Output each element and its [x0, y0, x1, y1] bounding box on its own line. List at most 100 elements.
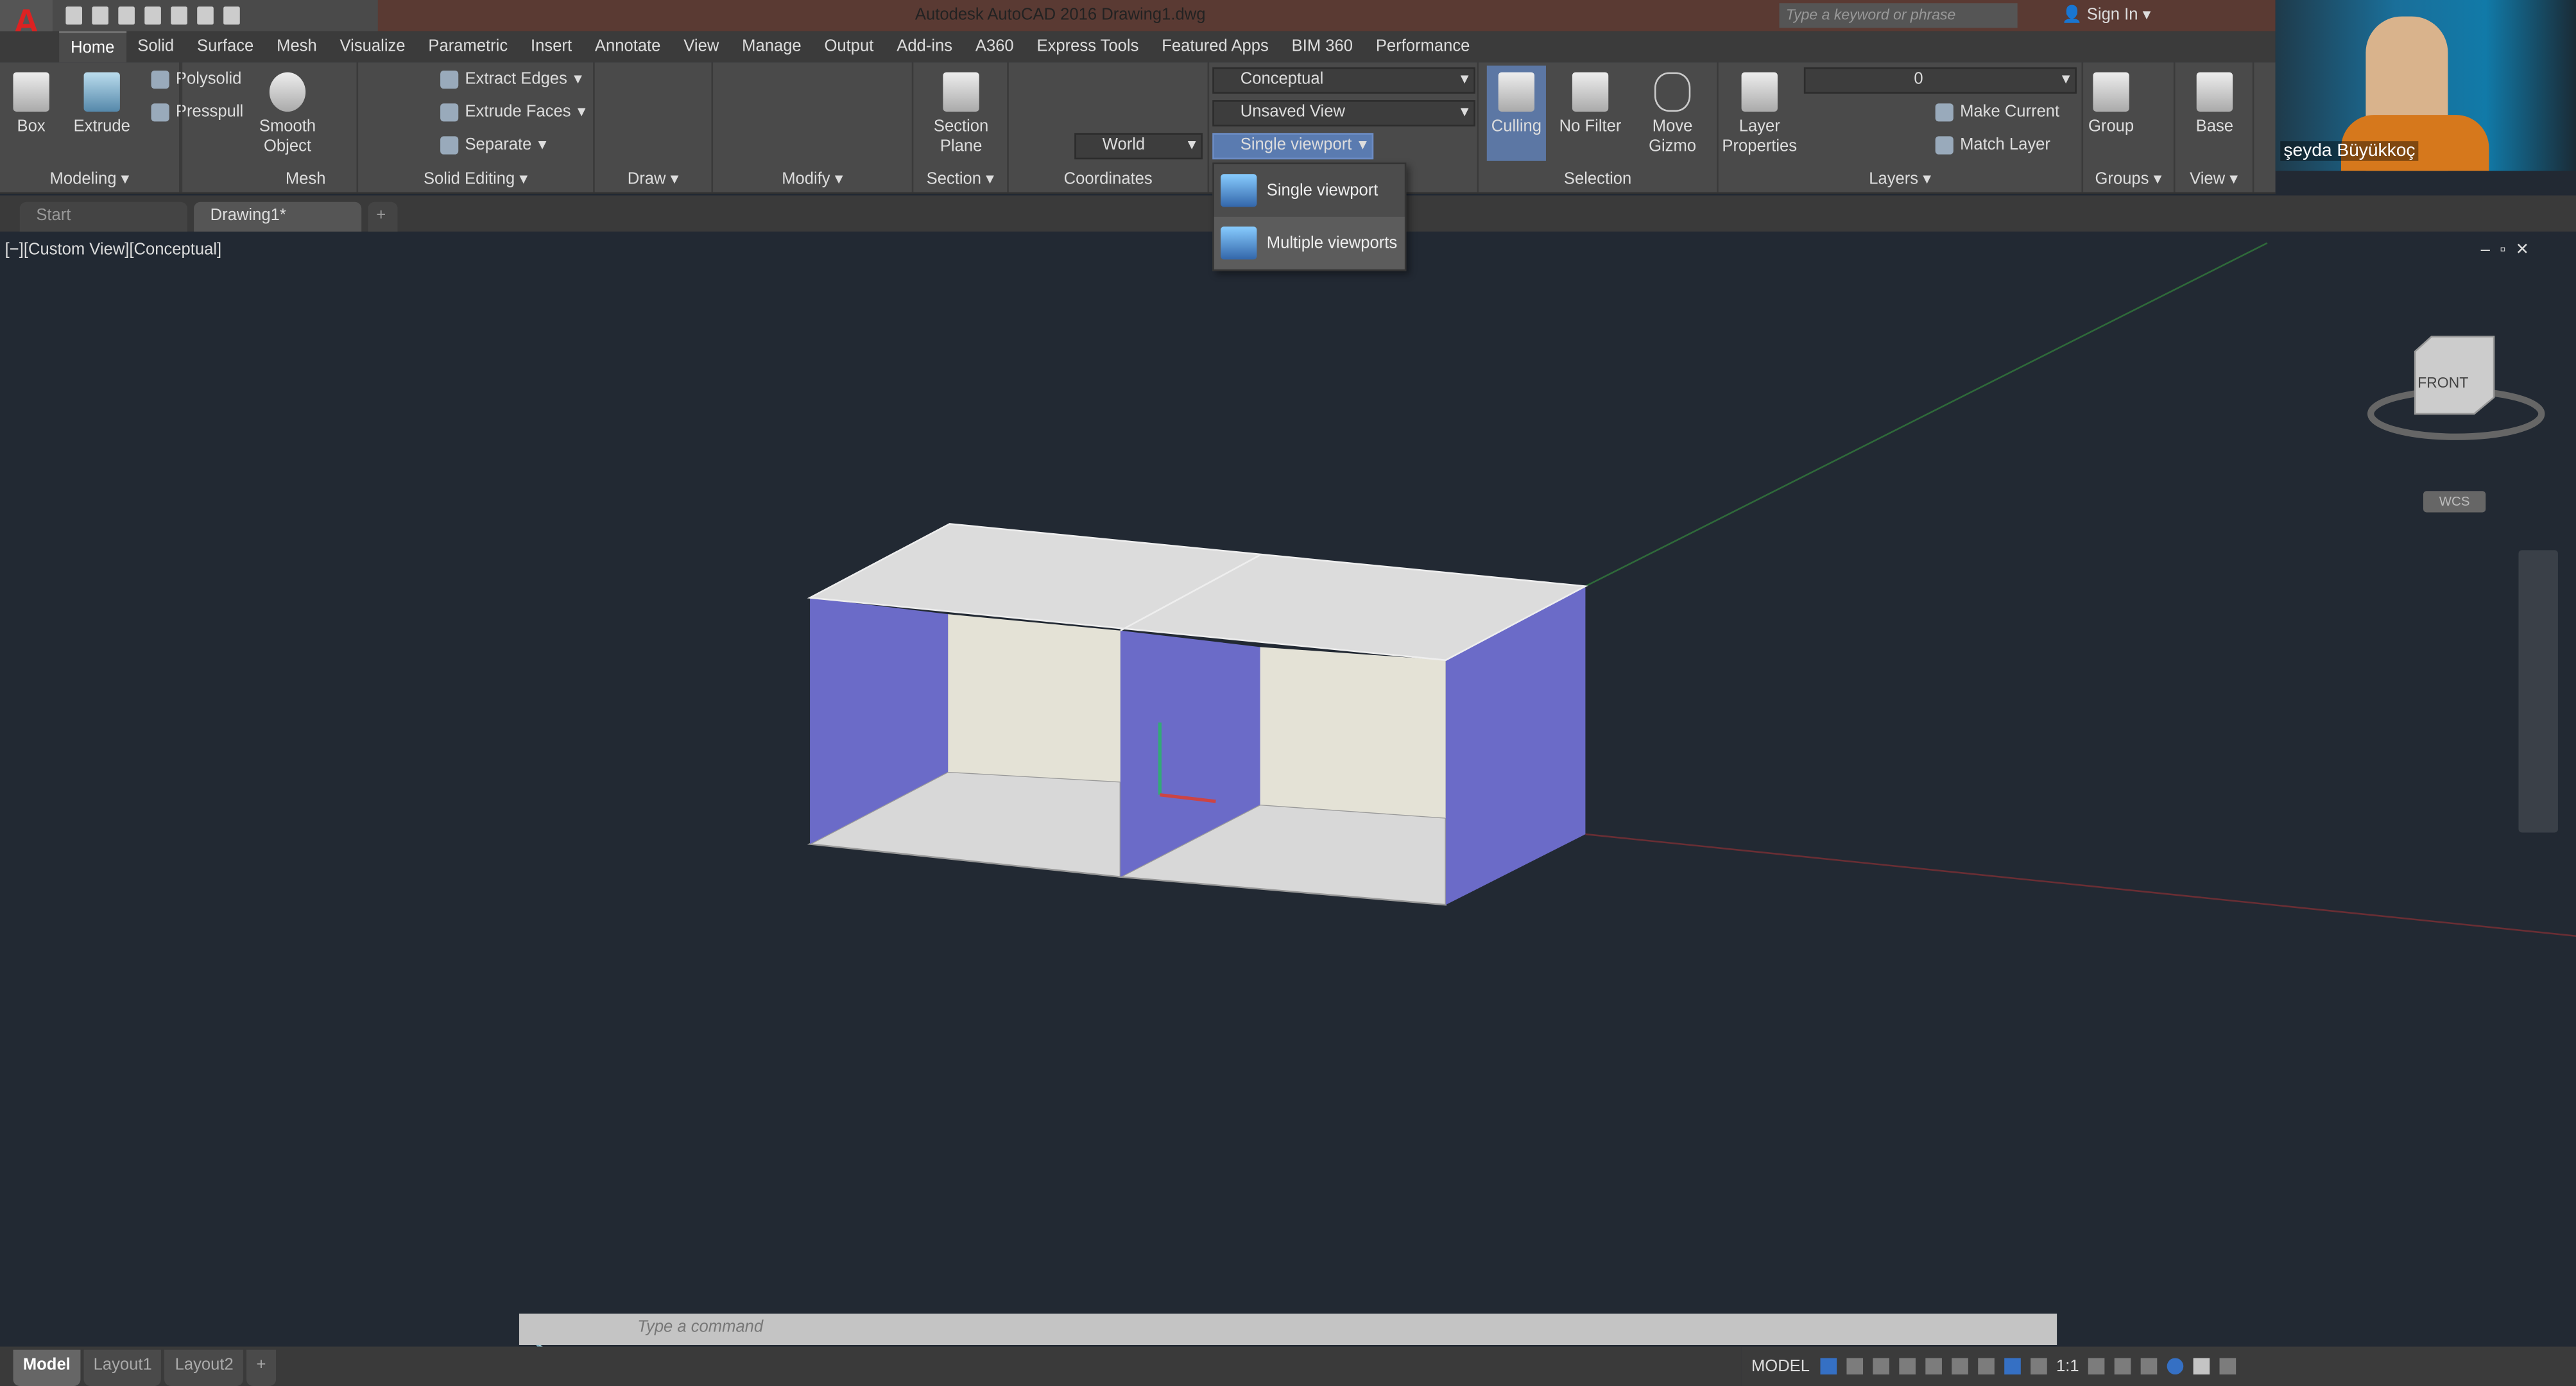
tab-featured-apps[interactable]: Featured Apps	[1150, 31, 1280, 63]
tab-annotate[interactable]: Annotate	[583, 31, 672, 63]
save-as-icon[interactable]	[144, 6, 161, 25]
tab-manage[interactable]: Manage	[730, 31, 812, 63]
layout-tabs: Model Layout1 Layout2 +	[0, 1346, 1742, 1386]
clean-screen-icon[interactable]	[2194, 1358, 2211, 1375]
tab-insert[interactable]: Insert	[519, 31, 583, 63]
tab-output[interactable]: Output	[813, 31, 886, 63]
command-input[interactable]: Type a command	[519, 1313, 2057, 1345]
doc-tab-drawing1[interactable]: Drawing1*	[194, 201, 362, 232]
tab-a360[interactable]: A360	[964, 31, 1026, 63]
undo-icon[interactable]	[197, 6, 214, 25]
sign-in-button[interactable]: 👤 Sign In ▾	[2062, 6, 2151, 24]
drawing-canvas[interactable]	[0, 232, 2576, 1315]
smooth-object-button[interactable]: Smooth Object	[255, 72, 320, 158]
view-panel-label[interactable]: View ▾	[2175, 171, 2252, 189]
ucs-dropdown[interactable]: World	[1074, 133, 1203, 160]
modeling-panel-label[interactable]: Modeling ▾	[0, 171, 179, 189]
plus-icon[interactable]	[2115, 1358, 2132, 1375]
tab-performance[interactable]: Performance	[1364, 31, 1481, 63]
layer-properties-button[interactable]: Layer Properties	[1722, 72, 1798, 158]
viewcube[interactable]: FRONT	[2366, 329, 2546, 452]
viewport-window-controls[interactable]: –▫✕	[2481, 241, 2539, 259]
culling-button[interactable]: Culling	[1486, 65, 1546, 161]
separate-button[interactable]: Separate ▾	[440, 136, 547, 155]
snap-icon[interactable]	[1846, 1358, 1862, 1375]
group-label: Group	[2088, 118, 2134, 137]
navigation-bar[interactable]	[2518, 550, 2558, 833]
section-panel-label[interactable]: Section ▾	[913, 171, 1007, 189]
presspull-button[interactable]: Presspull	[151, 103, 243, 122]
extrude-faces-icon	[440, 103, 459, 122]
new-icon[interactable]	[65, 6, 82, 25]
visual-style-dropdown[interactable]: Conceptual	[1212, 67, 1475, 94]
move-gizmo-button[interactable]: Move Gizmo	[1640, 72, 1705, 158]
redo-icon[interactable]	[223, 6, 240, 25]
print-icon[interactable]	[171, 6, 187, 25]
layer-dropdown[interactable]: 0	[1803, 67, 2077, 94]
menu-item-multiple-viewports[interactable]: Multiple viewports	[1214, 216, 1405, 270]
open-icon[interactable]	[92, 6, 108, 25]
auto-scale-icon[interactable]	[2030, 1358, 2047, 1375]
add-layout-button[interactable]: +	[246, 1349, 276, 1386]
viewport-config-dropdown[interactable]: Single viewport	[1212, 133, 1374, 160]
group-button[interactable]: Group	[2086, 72, 2136, 138]
extract-edges-button[interactable]: Extract Edges ▾	[440, 71, 582, 89]
ortho-icon[interactable]	[1872, 1358, 1889, 1375]
viewport-controls-label[interactable]: [−][Custom View][Conceptual]	[5, 241, 221, 259]
modify-panel-label[interactable]: Modify ▾	[713, 171, 912, 189]
extrude-faces-button[interactable]: Extrude Faces ▾	[440, 103, 586, 122]
osnap-icon[interactable]	[1925, 1358, 1941, 1375]
isolate-icon[interactable]	[2141, 1358, 2158, 1375]
search-input[interactable]: Type a keyword or phrase	[1779, 3, 2018, 28]
tab-solid[interactable]: Solid	[126, 31, 185, 63]
solid-editing-panel-label[interactable]: Solid Editing ▾	[358, 171, 593, 189]
extrude-button[interactable]: Extrude	[73, 72, 132, 138]
polysolid-button[interactable]: Polysolid	[151, 71, 241, 89]
box-button[interactable]: Box	[10, 72, 53, 138]
tab-surface[interactable]: Surface	[185, 31, 265, 63]
mesh-panel-label[interactable]: Mesh	[255, 171, 357, 189]
tab-home[interactable]: Home	[59, 31, 126, 63]
hardware-acceleration-icon[interactable]	[2167, 1358, 2185, 1375]
polar-icon[interactable]	[1898, 1358, 1915, 1375]
tab-visualize[interactable]: Visualize	[329, 31, 417, 63]
window-title: Autodesk AutoCAD 2016 Drawing1.dwg	[914, 6, 1206, 25]
tab-bim360[interactable]: BIM 360	[1280, 31, 1364, 63]
model-space-toggle[interactable]: MODEL	[1751, 1357, 1810, 1375]
section-plane-button[interactable]: Section Plane	[920, 72, 1002, 158]
layout-tab-layout2[interactable]: Layout2	[165, 1349, 244, 1386]
tab-view[interactable]: View	[672, 31, 730, 63]
otrack-icon[interactable]	[1951, 1358, 1968, 1375]
viewport-dropdown-menu: Single viewport Multiple viewports	[1212, 162, 1407, 271]
base-label: Base	[2195, 118, 2234, 137]
draw-panel-label[interactable]: Draw ▾	[595, 171, 712, 189]
save-icon[interactable]	[118, 6, 135, 25]
grid-icon[interactable]	[1819, 1358, 1836, 1375]
annotation-visibility-icon[interactable]	[2004, 1358, 2020, 1375]
tab-add-ins[interactable]: Add-ins	[885, 31, 964, 63]
make-current-button[interactable]: Make Current	[1935, 103, 2059, 122]
named-view-dropdown[interactable]: Unsaved View	[1212, 100, 1475, 127]
tab-parametric[interactable]: Parametric	[416, 31, 519, 63]
no-filter-button[interactable]: No Filter	[1554, 72, 1627, 138]
doc-tab-start[interactable]: Start	[19, 201, 187, 232]
polysolid-icon	[151, 71, 169, 89]
customization-menu-icon[interactable]	[2220, 1358, 2237, 1375]
layers-panel-label[interactable]: Layers ▾	[1719, 171, 2082, 189]
dynamic-ucs-icon[interactable]	[1977, 1358, 1994, 1375]
match-layer-button[interactable]: Match Layer	[1935, 136, 2050, 155]
groups-panel-label[interactable]: Groups ▾	[2083, 171, 2174, 189]
wcs-menu[interactable]: WCS	[2423, 491, 2486, 513]
ribbon: Box Extrude Polysolid Presspull Modeling…	[0, 62, 2276, 194]
coordinates-panel-label[interactable]: Coordinates	[1009, 171, 1208, 189]
base-button[interactable]: Base	[2188, 72, 2241, 138]
annotation-scale[interactable]: 1:1	[2056, 1357, 2079, 1375]
layout-tab-model[interactable]: Model	[13, 1349, 81, 1386]
tab-express-tools[interactable]: Express Tools	[1026, 31, 1151, 63]
panel-modeling: Box Extrude Polysolid Presspull Modeling…	[0, 62, 243, 193]
new-tab-button[interactable]: +	[368, 201, 398, 232]
tab-mesh[interactable]: Mesh	[265, 31, 328, 63]
layout-tab-layout1[interactable]: Layout1	[83, 1349, 162, 1386]
workspace-gear-icon[interactable]	[2088, 1358, 2106, 1375]
menu-item-single-viewport[interactable]: Single viewport	[1214, 164, 1405, 217]
